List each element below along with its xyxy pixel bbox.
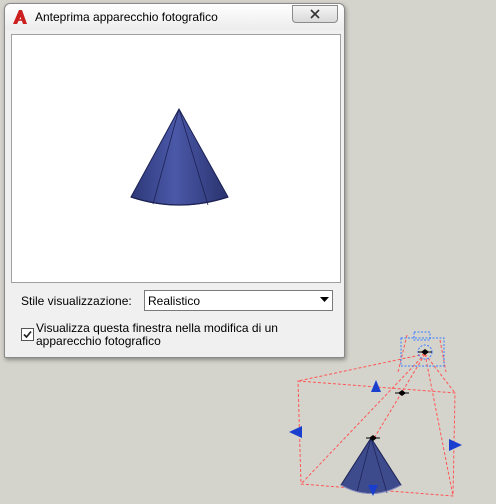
lens-length-grip-top[interactable] [371, 380, 381, 392]
field-of-view-grip-right[interactable] [449, 439, 462, 451]
camera-icon[interactable] [400, 331, 445, 367]
drawing-canvas [289, 331, 462, 497]
target-grip[interactable] [366, 435, 380, 441]
camera-location-grip[interactable] [418, 349, 432, 355]
frustum-midpoint-grip[interactable] [395, 390, 409, 396]
field-of-view-grip-left[interactable] [289, 426, 302, 438]
